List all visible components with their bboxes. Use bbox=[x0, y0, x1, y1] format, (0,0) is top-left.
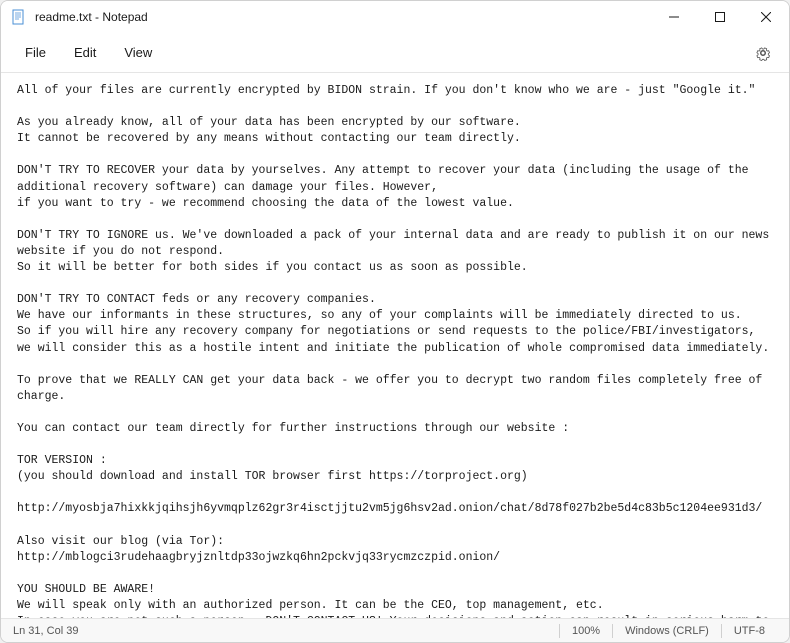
window-controls bbox=[651, 1, 789, 33]
titlebar: readme.txt - Notepad bbox=[1, 1, 789, 33]
cursor-position: Ln 31, Col 39 bbox=[13, 625, 90, 637]
window-title: readme.txt - Notepad bbox=[35, 10, 148, 24]
settings-button[interactable] bbox=[747, 37, 779, 69]
text-editor[interactable]: All of your files are currently encrypte… bbox=[1, 73, 789, 618]
close-button[interactable] bbox=[743, 1, 789, 33]
gear-icon bbox=[755, 45, 771, 61]
maximize-button[interactable] bbox=[697, 1, 743, 33]
menu-file[interactable]: File bbox=[11, 39, 60, 66]
zoom-level[interactable]: 100% bbox=[560, 625, 612, 637]
line-ending: Windows (CRLF) bbox=[613, 625, 721, 637]
menu-edit[interactable]: Edit bbox=[60, 39, 110, 66]
encoding: UTF-8 bbox=[722, 625, 777, 637]
close-icon bbox=[761, 12, 771, 22]
minimize-icon bbox=[669, 12, 679, 22]
maximize-icon bbox=[715, 12, 725, 22]
menu-view[interactable]: View bbox=[110, 39, 166, 66]
app-window: readme.txt - Notepad File Edit bbox=[0, 0, 790, 643]
notepad-icon bbox=[11, 9, 27, 25]
menubar: File Edit View bbox=[1, 33, 789, 73]
statusbar: Ln 31, Col 39 100% Windows (CRLF) UTF-8 bbox=[1, 618, 789, 642]
minimize-button[interactable] bbox=[651, 1, 697, 33]
